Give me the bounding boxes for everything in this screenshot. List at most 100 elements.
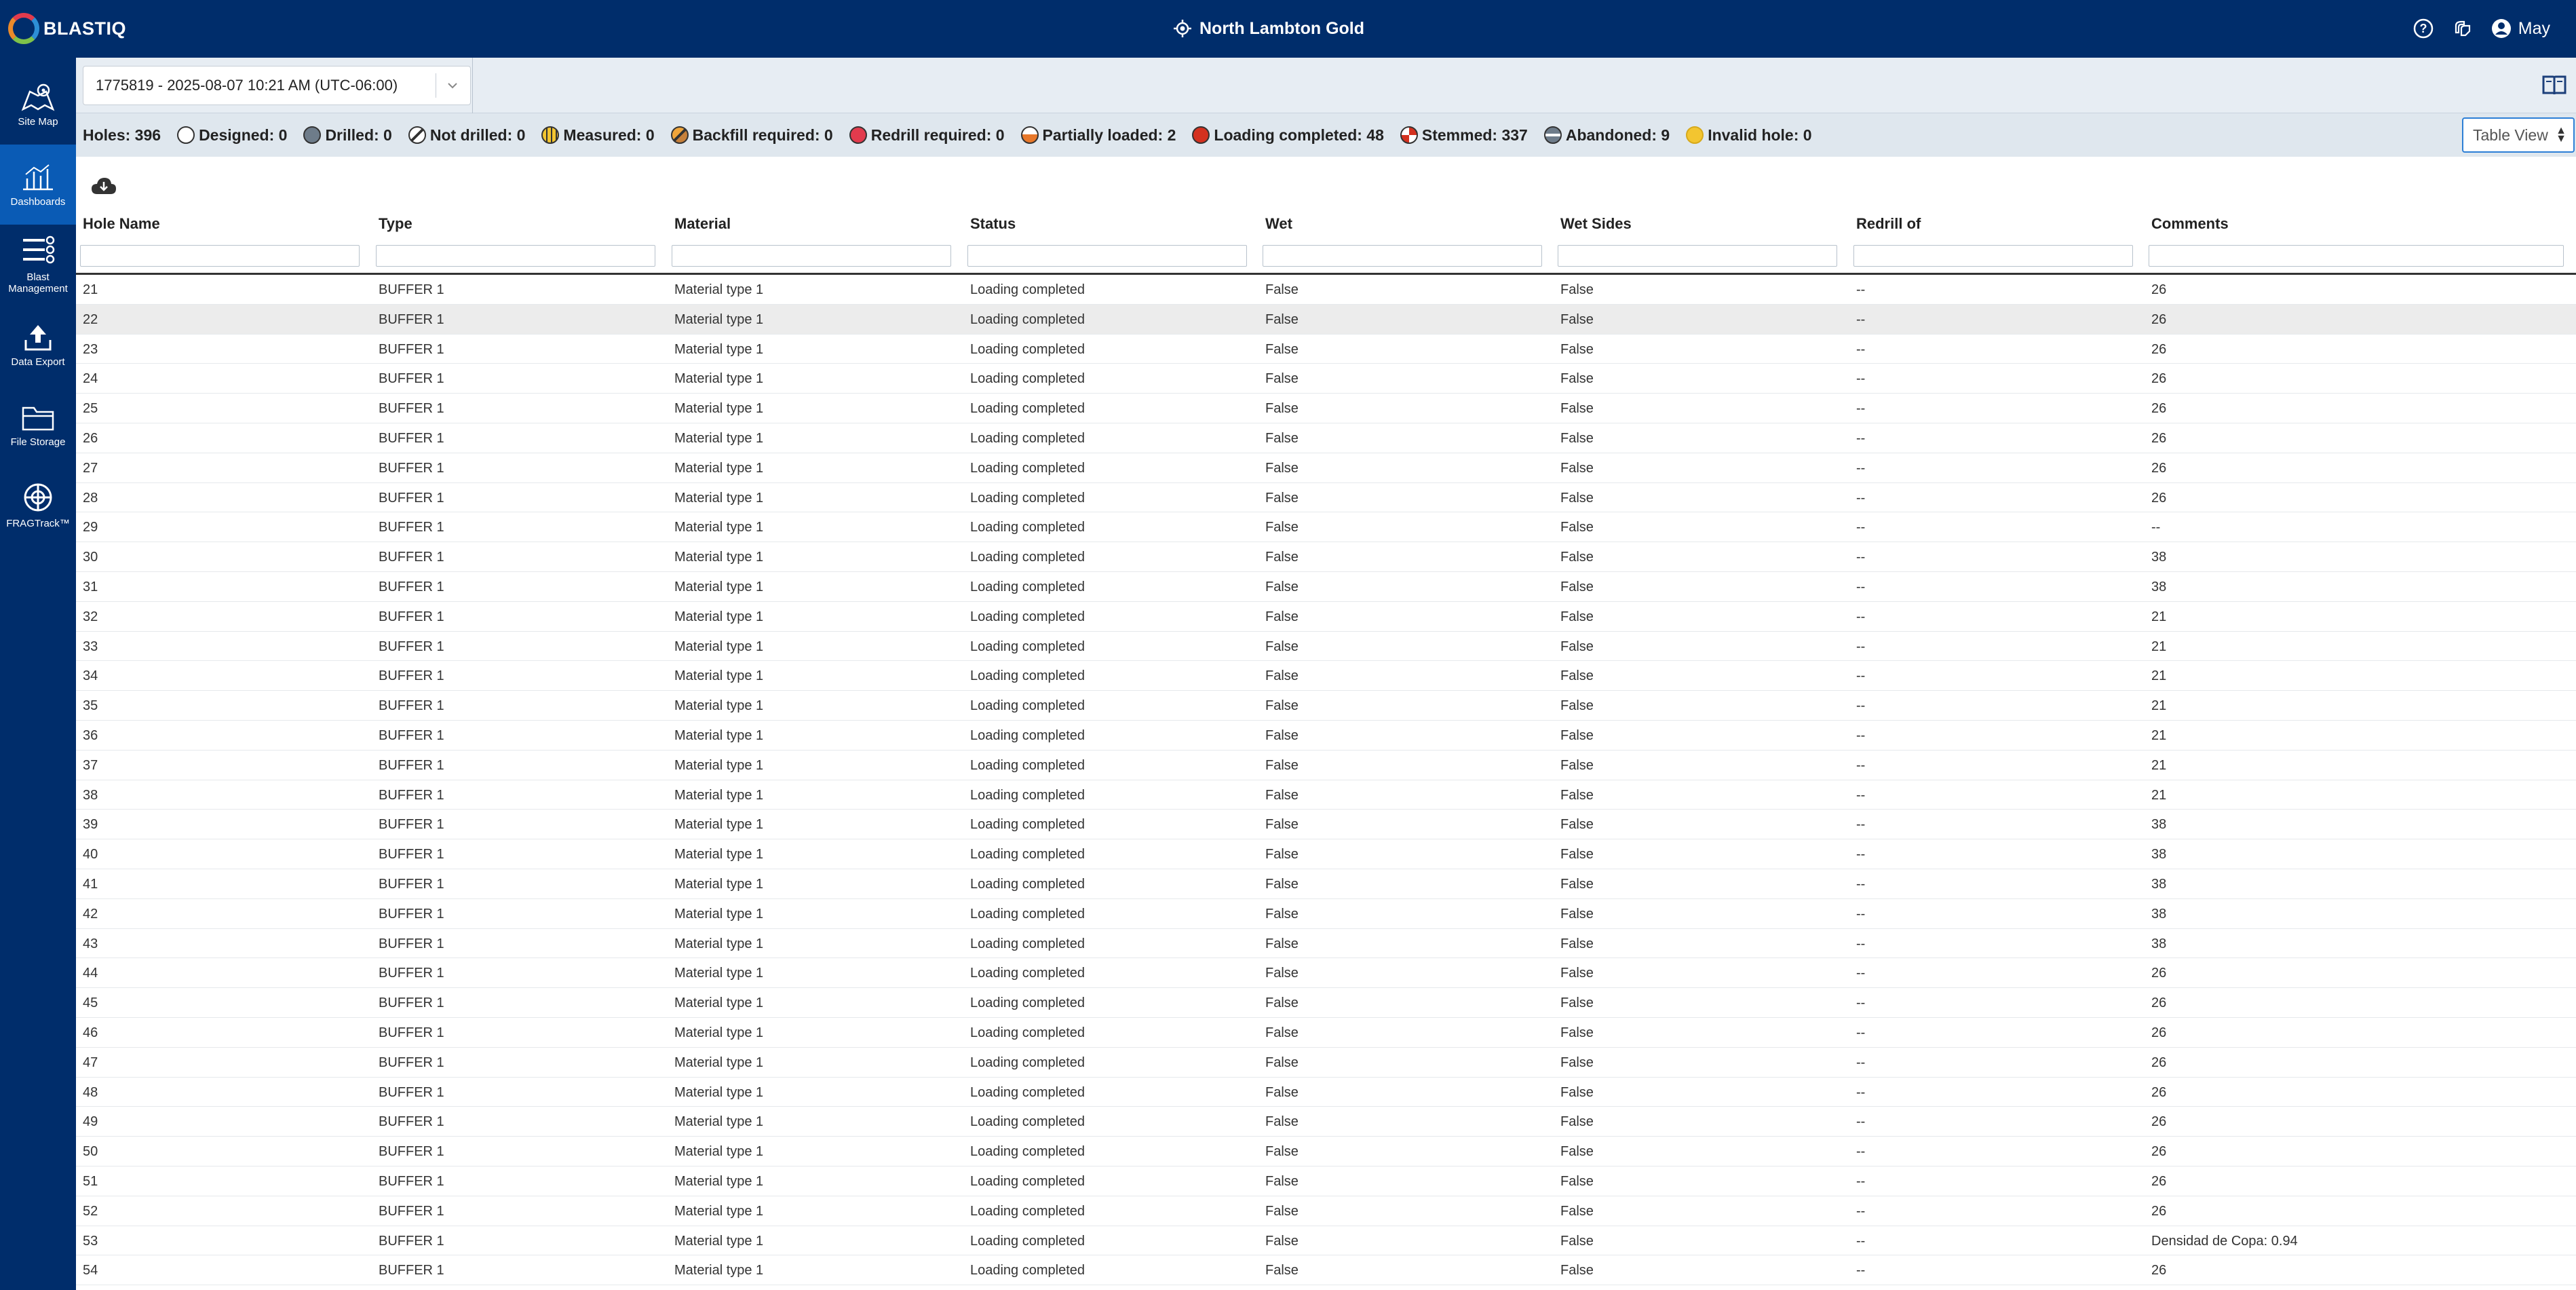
table-cell: 33 — [83, 639, 98, 654]
nav-label: Blast Management — [8, 271, 68, 295]
table-row[interactable]: 46 BUFFER 1 Material type 1 Loading complet… — [76, 1018, 2576, 1048]
table-row[interactable]: 34 BUFFER 1 Material type 1 Loading complet… — [76, 661, 2576, 691]
table-cell: BUFFER 1 — [379, 609, 444, 624]
app-logo[interactable]: BLASTIQ — [8, 12, 126, 45]
nav-dashboards[interactable]: Dashboards — [0, 145, 76, 225]
site-selector[interactable]: North Lambton Gold — [1174, 14, 1364, 43]
table-cell: Loading completed — [970, 460, 1085, 476]
table-cell: False — [1265, 1173, 1299, 1189]
column-filter-input[interactable] — [376, 245, 655, 267]
chevron-down-icon — [448, 83, 457, 89]
user-name: May — [2518, 18, 2550, 38]
column-header[interactable]: Wet Sides — [1560, 215, 1632, 233]
table-row[interactable]: 36 BUFFER 1 Material type 1 Loading complet… — [76, 721, 2576, 751]
table-cell: 26 — [2151, 1173, 2167, 1189]
table-row[interactable]: 23 BUFFER 1 Material type 1 Loading complet… — [76, 335, 2576, 364]
table-cell: -- — [1856, 520, 1866, 535]
table-row[interactable]: 31 BUFFER 1 Material type 1 Loading complet… — [76, 572, 2576, 602]
stat-backfill-required[interactable]: Backfill required: 0 — [670, 126, 837, 145]
table-row[interactable]: 54 BUFFER 1 Material type 1 Loading complet… — [76, 1255, 2576, 1286]
column-filter-input[interactable] — [1558, 245, 1837, 267]
table-cell: BUFFER 1 — [379, 1144, 444, 1160]
book-icon[interactable] — [2541, 71, 2568, 98]
table-row[interactable]: 29 BUFFER 1 Material type 1 Loading complet… — [76, 512, 2576, 543]
nav-data-export[interactable]: Data Export — [0, 305, 76, 385]
table-row[interactable]: 37 BUFFER 1 Material type 1 Loading complet… — [76, 751, 2576, 780]
table-row[interactable]: 41 BUFFER 1 Material type 1 Loading complet… — [76, 869, 2576, 899]
table-row[interactable]: 44 BUFFER 1 Material type 1 Loading complet… — [76, 958, 2576, 989]
table-cell: 43 — [83, 936, 98, 951]
table-cell: Loading completed — [970, 876, 1085, 892]
table-cell: False — [1560, 490, 1594, 506]
blast-select[interactable]: 1775819 - 2025-08-07 10:21 AM (UTC-06:00… — [83, 66, 471, 105]
column-header[interactable]: Wet — [1265, 215, 1292, 233]
table-row[interactable]: 25 BUFFER 1 Material type 1 Loading complet… — [76, 394, 2576, 423]
table-cell: 21 — [2151, 609, 2167, 624]
column-filter-input[interactable] — [672, 245, 951, 267]
table-row[interactable]: 48 BUFFER 1 Material type 1 Loading complet… — [76, 1078, 2576, 1107]
view-mode-select[interactable]: Table View ▲ ▼ — [2462, 117, 2575, 153]
table-row[interactable]: 43 BUFFER 1 Material type 1 Loading complet… — [76, 929, 2576, 959]
table-row[interactable]: 28 BUFFER 1 Material type 1 Loading complet… — [76, 483, 2576, 513]
table-row[interactable]: 21 BUFFER 1 Material type 1 Loading complet… — [76, 275, 2576, 305]
nav-blast-management[interactable]: Blast Management — [0, 225, 76, 305]
table-row[interactable]: 49 BUFFER 1 Material type 1 Loading complet… — [76, 1107, 2576, 1137]
stat-partially-loaded[interactable]: Partially loaded: 2 — [1020, 126, 1180, 145]
nav-fragtrack[interactable]: FRAGTrack™ — [0, 465, 76, 545]
table-cell: -- — [1856, 995, 1866, 1011]
column-filter-input[interactable] — [1263, 245, 1542, 267]
table-row[interactable]: 35 BUFFER 1 Material type 1 Loading complet… — [76, 691, 2576, 721]
table-row[interactable]: 38 BUFFER 1 Material type 1 Loading complet… — [76, 780, 2576, 810]
column-filter-input[interactable] — [2149, 245, 2564, 267]
table-row[interactable]: 22 BUFFER 1 Material type 1 Loading complet… — [76, 304, 2576, 335]
table-row[interactable]: 52 BUFFER 1 Material type 1 Loading complet… — [76, 1196, 2576, 1226]
column-header[interactable]: Hole Name — [83, 215, 160, 233]
table-cell: 26 — [83, 430, 98, 446]
column-header[interactable]: Status — [970, 215, 1016, 233]
column-filter-input[interactable] — [1853, 245, 2133, 267]
stat-redrill-required[interactable]: Redrill required: 0 — [849, 126, 1009, 145]
help-icon[interactable]: ? — [2412, 18, 2434, 39]
table-row[interactable]: 51 BUFFER 1 Material type 1 Loading complet… — [76, 1166, 2576, 1196]
table-row[interactable]: 53 BUFFER 1 Material type 1 Loading complet… — [76, 1226, 2576, 1256]
table-cell: 38 — [2151, 876, 2167, 892]
nav-site-map[interactable]: Site Map — [0, 64, 76, 145]
table-row[interactable]: 26 BUFFER 1 Material type 1 Loading complet… — [76, 423, 2576, 453]
table-cell: 31 — [83, 579, 98, 594]
table-row[interactable]: 50 BUFFER 1 Material type 1 Loading complet… — [76, 1137, 2576, 1166]
table-row[interactable]: 30 BUFFER 1 Material type 1 Loading complet… — [76, 542, 2576, 572]
table-row[interactable]: 33 BUFFER 1 Material type 1 Loading complet… — [76, 632, 2576, 662]
table-cell: -- — [1856, 1233, 1866, 1249]
table-row[interactable]: 45 BUFFER 1 Material type 1 Loading complet… — [76, 988, 2576, 1018]
column-filter-input[interactable] — [80, 245, 360, 267]
stat-not-drilled[interactable]: Not drilled: 0 — [408, 126, 530, 145]
table-cell: False — [1265, 1263, 1299, 1278]
stat-stemmed[interactable]: Stemmed: 337 — [1400, 126, 1532, 145]
notifications-icon[interactable] — [2452, 18, 2474, 39]
column-header[interactable]: Comments — [2151, 215, 2229, 233]
table-cell: -- — [1856, 430, 1866, 446]
stat-invalid-hole[interactable]: Invalid hole: 0 — [1686, 126, 1815, 145]
stat-abandoned[interactable]: Abandoned: 9 — [1543, 126, 1674, 145]
stat-loading-completed[interactable]: Loading completed: 48 — [1192, 126, 1387, 145]
column-header[interactable]: Material — [674, 215, 731, 233]
table-cell: -- — [1856, 787, 1866, 803]
column-header[interactable]: Redrill of — [1856, 215, 1921, 233]
table-row[interactable]: 40 BUFFER 1 Material type 1 Loading complet… — [76, 839, 2576, 869]
table-row[interactable]: 32 BUFFER 1 Material type 1 Loading complet… — [76, 602, 2576, 632]
table-row[interactable]: 39 BUFFER 1 Material type 1 Loading complet… — [76, 810, 2576, 840]
nav-file-storage[interactable]: File Storage — [0, 385, 76, 465]
table-row[interactable]: 42 BUFFER 1 Material type 1 Loading complet… — [76, 899, 2576, 929]
stat-designed[interactable]: Designed: 0 — [177, 126, 291, 145]
column-header[interactable]: Type — [379, 215, 412, 233]
stat-measured[interactable]: Measured: 0 — [541, 126, 658, 145]
stat-drilled[interactable]: Drilled: 0 — [303, 126, 396, 145]
table-cell: False — [1265, 698, 1299, 714]
table-cell: Material type 1 — [674, 1173, 764, 1189]
user-menu[interactable]: May — [2491, 18, 2550, 39]
download-button[interactable] — [90, 171, 118, 200]
table-row[interactable]: 24 BUFFER 1 Material type 1 Loading complet… — [76, 364, 2576, 394]
column-filter-input[interactable] — [967, 245, 1247, 267]
table-row[interactable]: 27 BUFFER 1 Material type 1 Loading complet… — [76, 453, 2576, 483]
table-row[interactable]: 47 BUFFER 1 Material type 1 Loading complet… — [76, 1048, 2576, 1078]
